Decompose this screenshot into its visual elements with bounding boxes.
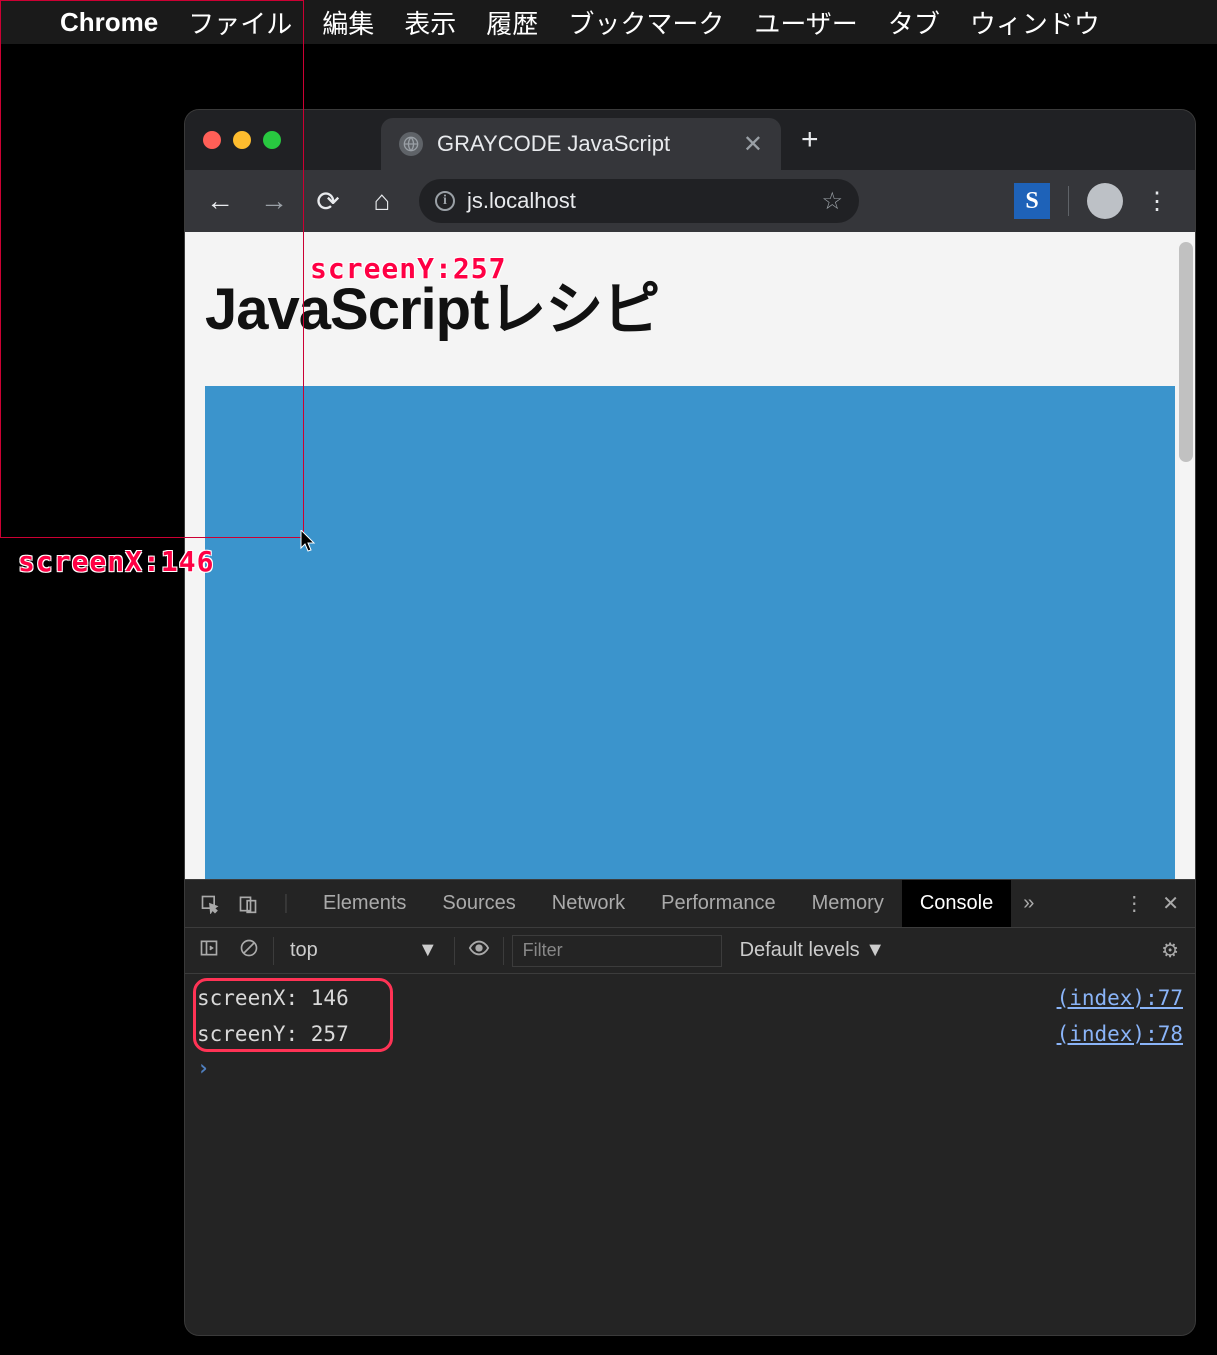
forward-button[interactable]: →	[251, 178, 297, 224]
macos-menubar: Chrome ファイル 編集 表示 履歴 ブックマーク ユーザー タブ ウィンド…	[0, 0, 1217, 44]
console-context-select[interactable]: top▼	[282, 939, 446, 962]
site-info-icon[interactable]: i	[435, 191, 455, 211]
inspect-icon[interactable]	[191, 894, 229, 914]
console-output[interactable]: screenX: 146 (index):77 screenY: 257 (in…	[185, 974, 1195, 1335]
page-heading: JavaScriptレシピ	[185, 232, 1195, 386]
globe-icon	[399, 132, 423, 156]
extension-icon[interactable]: S	[1014, 183, 1050, 219]
console-filter-input[interactable]: Filter	[512, 935, 722, 967]
home-button[interactable]: ⌂	[359, 178, 405, 224]
toolbar-separator	[1068, 186, 1069, 216]
console-toolbar: top▼ Filter Default levels ▼ ⚙	[185, 928, 1195, 974]
devtools-panel: | Elements Sources Network Performance M…	[185, 879, 1195, 1335]
console-message: screenX: 146	[197, 980, 349, 1016]
devtools-tabs-overflow-icon[interactable]: »	[1011, 892, 1046, 915]
bookmark-star-icon[interactable]: ☆	[821, 187, 843, 216]
page-viewport: JavaScriptレシピ	[185, 232, 1195, 879]
devtools-tab-console[interactable]: Console	[902, 880, 1011, 927]
vertical-scrollbar[interactable]	[1179, 242, 1193, 462]
devtools-menu-icon[interactable]: ⋮	[1124, 891, 1144, 916]
devtools-tab-separator: |	[267, 892, 305, 915]
menubar-item-window[interactable]: ウィンドウ	[970, 4, 1100, 41]
window-close-button[interactable]	[203, 131, 221, 149]
menubar-item-tab[interactable]: タブ	[888, 4, 940, 41]
browser-window: GRAYCODE JavaScript ✕ + ← → ⟳ ⌂ i js.loc…	[185, 110, 1195, 1335]
console-row: screenY: 257 (index):78	[197, 1016, 1183, 1052]
address-bar[interactable]: i js.localhost ☆	[419, 179, 859, 223]
traffic-lights	[203, 131, 281, 149]
devtools-tab-performance[interactable]: Performance	[643, 880, 794, 927]
devtools-close-icon[interactable]: ✕	[1162, 891, 1179, 916]
console-settings-icon[interactable]: ⚙	[1161, 938, 1187, 963]
menubar-appname[interactable]: Chrome	[60, 7, 158, 38]
window-maximize-button[interactable]	[263, 131, 281, 149]
devtools-tab-memory[interactable]: Memory	[794, 880, 902, 927]
tab-title: GRAYCODE JavaScript	[437, 131, 670, 157]
menubar-item-bookmarks[interactable]: ブックマーク	[568, 4, 724, 41]
reload-button[interactable]: ⟳	[305, 178, 351, 224]
tab-strip: GRAYCODE JavaScript ✕ +	[185, 110, 1195, 170]
blue-box[interactable]	[205, 386, 1175, 879]
menubar-item-edit[interactable]: 編集	[322, 4, 374, 41]
device-toggle-icon[interactable]	[229, 894, 267, 914]
console-source-link[interactable]: (index):77	[1057, 980, 1183, 1016]
tab-close-icon[interactable]: ✕	[743, 130, 763, 159]
console-clear-icon[interactable]	[233, 938, 265, 964]
console-message: screenY: 257	[197, 1016, 349, 1052]
console-row: screenX: 146 (index):77	[197, 980, 1183, 1016]
back-button[interactable]: ←	[197, 178, 243, 224]
console-sidebar-toggle-icon[interactable]	[193, 938, 225, 964]
menubar-item-user[interactable]: ユーザー	[754, 4, 857, 41]
browser-tab[interactable]: GRAYCODE JavaScript ✕	[381, 118, 781, 170]
menubar-item-view[interactable]: 表示	[404, 4, 456, 41]
console-prompt[interactable]: ›	[197, 1052, 1183, 1080]
devtools-tab-elements[interactable]: Elements	[305, 880, 424, 927]
browser-toolbar: ← → ⟳ ⌂ i js.localhost ☆ S ⋮	[185, 170, 1195, 232]
console-live-expr-icon[interactable]	[463, 937, 495, 965]
console-source-link[interactable]: (index):78	[1057, 1016, 1183, 1052]
page-content[interactable]: JavaScriptレシピ	[185, 232, 1195, 879]
devtools-tab-network[interactable]: Network	[534, 880, 643, 927]
console-levels-select[interactable]: Default levels ▼	[730, 939, 895, 962]
devtools-tab-sources[interactable]: Sources	[424, 880, 533, 927]
url-text: js.localhost	[467, 188, 576, 214]
chrome-menu-icon[interactable]: ⋮	[1131, 187, 1183, 216]
menubar-item-file[interactable]: ファイル	[188, 4, 292, 41]
devtools-tabbar: | Elements Sources Network Performance M…	[185, 880, 1195, 928]
profile-avatar[interactable]	[1087, 183, 1123, 219]
menubar-item-history[interactable]: 履歴	[486, 4, 538, 41]
window-minimize-button[interactable]	[233, 131, 251, 149]
new-tab-button[interactable]: +	[781, 123, 839, 157]
